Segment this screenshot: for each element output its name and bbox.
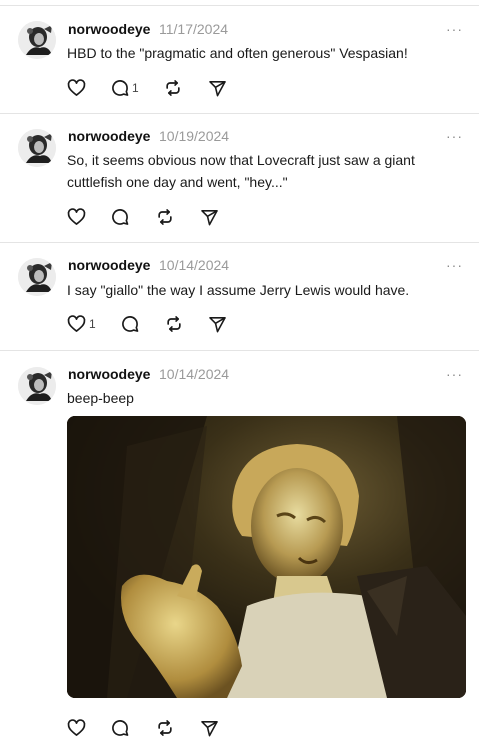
avatar[interactable] xyxy=(18,21,56,59)
username[interactable]: norwoodeye xyxy=(68,128,150,145)
post-text: I say "giallo" the way I assume Jerry Le… xyxy=(67,282,410,298)
repost-icon xyxy=(158,720,172,736)
send-icon xyxy=(201,209,218,225)
post-text: HBD to the "pragmatic and often generous… xyxy=(67,45,408,61)
reply-button[interactable] xyxy=(120,313,142,335)
avatar[interactable] xyxy=(18,129,56,167)
reply-button[interactable] xyxy=(110,206,132,228)
reply-button[interactable] xyxy=(110,717,132,739)
avatar[interactable] xyxy=(18,258,56,296)
share-button[interactable] xyxy=(208,313,227,335)
like-button[interactable] xyxy=(66,717,89,739)
post-actions: 1 xyxy=(66,313,266,335)
repost-button[interactable] xyxy=(163,77,183,99)
send-icon xyxy=(209,316,226,332)
repost-icon xyxy=(166,80,180,96)
post-image[interactable] xyxy=(67,416,466,698)
avatar[interactable] xyxy=(18,367,56,405)
repost-icon xyxy=(167,316,181,332)
reply-button[interactable]: 1 xyxy=(110,77,139,99)
comment-icon xyxy=(122,316,139,332)
username[interactable]: norwoodeye xyxy=(68,257,150,274)
share-button[interactable] xyxy=(200,206,219,228)
post-date[interactable]: 10/14/2024 xyxy=(159,366,229,383)
like-button[interactable] xyxy=(66,206,89,228)
comment-icon xyxy=(112,80,129,96)
post-actions xyxy=(66,717,266,739)
post-date[interactable]: 10/14/2024 xyxy=(159,257,229,274)
heart-icon xyxy=(67,315,86,332)
send-icon xyxy=(209,80,226,96)
heart-icon xyxy=(67,208,86,225)
repost-icon xyxy=(158,209,172,225)
photo-image xyxy=(67,416,466,698)
username[interactable]: norwoodeye xyxy=(68,21,150,38)
like-button[interactable] xyxy=(66,77,89,99)
heart-icon xyxy=(67,719,86,736)
post: norwoodeye 10/14/2024 ··· I say "giallo"… xyxy=(0,243,479,351)
post-actions: 1 xyxy=(66,77,266,99)
like-button[interactable]: 1 xyxy=(66,313,96,335)
reply-count: 1 xyxy=(132,81,139,95)
post-date[interactable]: 11/17/2024 xyxy=(159,21,228,38)
comment-icon xyxy=(112,720,129,736)
post-date[interactable]: 10/19/2024 xyxy=(159,128,229,145)
post: norwoodeye 11/17/2024 ··· HBD to the "pr… xyxy=(0,0,479,114)
post-text: So, it seems obvious now that Lovecraft … xyxy=(67,152,415,190)
more-options-icon[interactable]: ··· xyxy=(446,367,463,381)
heart-icon xyxy=(67,79,86,96)
post: norwoodeye 10/19/2024 ··· So, it seems o… xyxy=(0,114,479,242)
share-button[interactable] xyxy=(208,77,227,99)
more-options-icon[interactable]: ··· xyxy=(446,22,463,36)
post-actions xyxy=(66,206,266,228)
send-icon xyxy=(201,720,218,736)
username[interactable]: norwoodeye xyxy=(68,366,150,383)
comment-icon xyxy=(112,209,129,225)
repost-button[interactable] xyxy=(155,717,175,739)
more-options-icon[interactable]: ··· xyxy=(446,129,463,143)
share-button[interactable] xyxy=(200,717,219,739)
like-count: 1 xyxy=(89,317,96,331)
more-options-icon[interactable]: ··· xyxy=(446,258,463,272)
repost-button[interactable] xyxy=(155,206,175,228)
repost-button[interactable] xyxy=(164,313,184,335)
post-text: beep-beep xyxy=(67,390,134,406)
